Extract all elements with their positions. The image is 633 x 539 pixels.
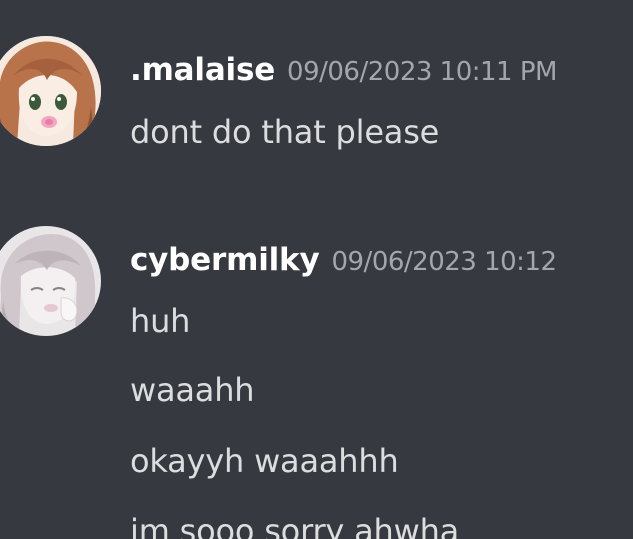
message-header: cybermilky 09/06/2023 10:12 — [130, 242, 557, 278]
username[interactable]: .malaise — [130, 52, 275, 88]
anime-avatar-pale-icon — [0, 226, 101, 336]
avatar[interactable] — [0, 226, 101, 336]
message-header: .malaise 09/06/2023 10:11 PM — [130, 52, 557, 88]
anime-avatar-brown-hair-icon — [0, 36, 101, 146]
message-text: okayyh waaahhh — [130, 442, 399, 480]
chat-message-list: .malaise 09/06/2023 10:11 PM dont do that… — [0, 0, 633, 539]
message-text: im sooo sorry ahwha — [130, 512, 460, 539]
username[interactable]: cybermilky — [130, 242, 320, 278]
message-text: dont do that please — [130, 113, 440, 151]
message-text: huh — [130, 302, 191, 340]
message-text: waaahh — [130, 371, 255, 409]
timestamp: 09/06/2023 10:11 PM — [287, 57, 557, 87]
timestamp: 09/06/2023 10:12 — [331, 247, 557, 277]
avatar[interactable] — [0, 36, 101, 146]
